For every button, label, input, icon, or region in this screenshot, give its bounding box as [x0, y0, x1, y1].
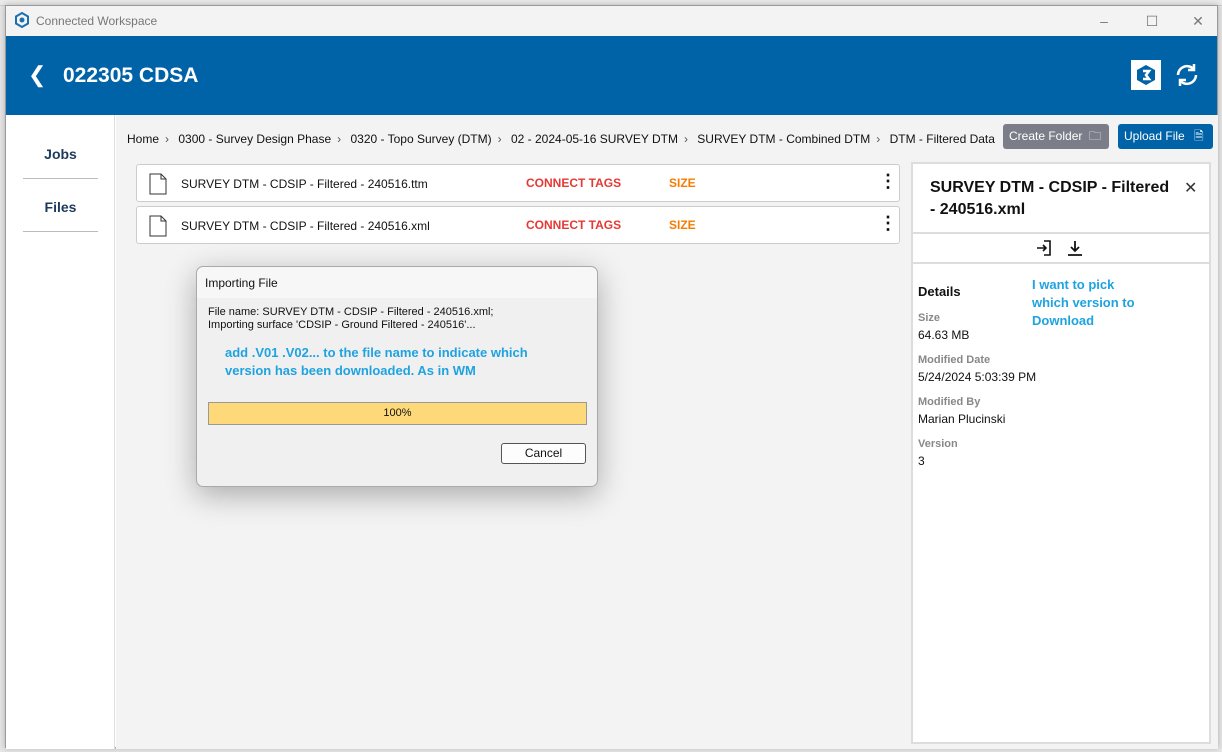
- file-icon: [149, 173, 167, 195]
- sidebar-item-jobs[interactable]: Jobs: [23, 129, 98, 179]
- app-logo-icon: [15, 12, 29, 28]
- modified-by-label: Modified By: [918, 396, 981, 408]
- chevron-right-icon: ›: [337, 132, 342, 146]
- dialog-line-2: Importing surface 'CDSIP - Ground Filter…: [208, 319, 476, 331]
- project-title: 022305 CDSA: [63, 64, 199, 87]
- download-icon[interactable]: [1066, 239, 1084, 257]
- connect-tags: CONNECT TAGS: [526, 218, 622, 232]
- window-title: Connected Workspace: [36, 14, 158, 28]
- progress-label: 100%: [383, 407, 412, 419]
- create-folder-button[interactable]: Create Folder 🗀: [1003, 124, 1109, 149]
- upload-file-button[interactable]: Upload File 🗎: [1118, 124, 1213, 149]
- breadcrumb-item[interactable]: DTM - Filtered Data: [890, 132, 995, 146]
- connect-logo-icon[interactable]: [1131, 60, 1161, 90]
- breadcrumb-item[interactable]: 0300 - Survey Design Phase: [178, 132, 331, 146]
- details-title: SURVEY DTM - CDSIP - Filtered - 240516.x…: [930, 179, 1170, 218]
- modified-date-label: Modified Date: [918, 354, 991, 366]
- close-icon[interactable]: ✕: [1184, 178, 1197, 198]
- file-plus-icon: 🗎: [1194, 129, 1204, 143]
- create-folder-label: Create Folder: [1009, 129, 1083, 143]
- details-heading: Details: [918, 284, 961, 299]
- folder-plus-icon: 🗀: [1089, 129, 1102, 143]
- sync-icon[interactable]: [1172, 60, 1202, 90]
- breadcrumb-item[interactable]: Home: [127, 132, 159, 146]
- file-size: SIZE: [669, 218, 696, 232]
- connect-tags: CONNECT TAGS: [526, 176, 622, 190]
- chevron-right-icon: ›: [876, 132, 881, 146]
- importing-file-dialog: Importing File File name: SURVEY DTM - C…: [196, 266, 598, 487]
- breadcrumb-item[interactable]: SURVEY DTM - Combined DTM: [697, 132, 870, 146]
- file-icon: [149, 215, 167, 237]
- open-in-icon[interactable]: [1035, 239, 1053, 257]
- chevron-right-icon: ›: [683, 132, 688, 146]
- app-window: Connected Workspace – ☐ ✕ ❮ 022305 CDSA …: [5, 5, 1218, 749]
- details-actions: [913, 232, 1209, 264]
- upload-file-label: Upload File: [1124, 129, 1185, 143]
- close-window-button[interactable]: ✕: [1188, 11, 1208, 31]
- dialog-title: Importing File: [197, 267, 597, 298]
- version-label: Version: [918, 438, 958, 450]
- cancel-button[interactable]: Cancel: [501, 443, 586, 464]
- chevron-right-icon: ›: [165, 132, 170, 146]
- minimize-button[interactable]: –: [1094, 11, 1114, 31]
- breadcrumb: Home › 0300 - Survey Design Phase › 0320 -…: [127, 132, 1001, 146]
- annotation-note: add .V01 .V02... to the file name to ind…: [225, 345, 528, 378]
- progress-bar: 100%: [208, 402, 587, 425]
- breadcrumb-item[interactable]: 0320 - Topo Survey (DTM): [350, 132, 491, 146]
- size-value: 64.63 MB: [918, 328, 970, 342]
- file-size: SIZE: [669, 176, 696, 190]
- modified-date-value: 5/24/2024 5:03:39 PM: [918, 370, 1037, 384]
- annotation-note: I want to pick which version to Download: [1032, 277, 1135, 328]
- file-row[interactable]: SURVEY DTM - CDSIP - Filtered - 240516.t…: [136, 164, 900, 202]
- dialog-line-1: File name: SURVEY DTM - CDSIP - Filtered…: [208, 306, 494, 318]
- version-value: 3: [918, 454, 925, 468]
- maximize-button[interactable]: ☐: [1142, 11, 1162, 31]
- title-bar: Connected Workspace – ☐ ✕: [6, 6, 1217, 36]
- more-vertical-icon[interactable]: ⋮: [879, 213, 897, 234]
- header: ❮ 022305 CDSA: [6, 36, 1217, 115]
- chevron-right-icon: ›: [497, 132, 502, 146]
- sidebar-item-files[interactable]: Files: [23, 182, 98, 232]
- more-vertical-icon[interactable]: ⋮: [879, 171, 897, 192]
- breadcrumb-item[interactable]: 02 - 2024-05-16 SURVEY DTM: [511, 132, 678, 146]
- sidebar: Jobs Files: [6, 115, 115, 749]
- file-name: SURVEY DTM - CDSIP - Filtered - 240516.t…: [181, 177, 428, 191]
- size-label: Size: [918, 312, 941, 324]
- back-arrow-icon[interactable]: ❮: [28, 62, 46, 88]
- file-row[interactable]: SURVEY DTM - CDSIP - Filtered - 240516.x…: [136, 206, 900, 244]
- details-panel: SURVEY DTM - CDSIP - Filtered - 240516.x…: [911, 162, 1211, 744]
- file-name: SURVEY DTM - CDSIP - Filtered - 240516.x…: [181, 219, 430, 233]
- modified-by-value: Marian Plucinski: [918, 412, 1006, 426]
